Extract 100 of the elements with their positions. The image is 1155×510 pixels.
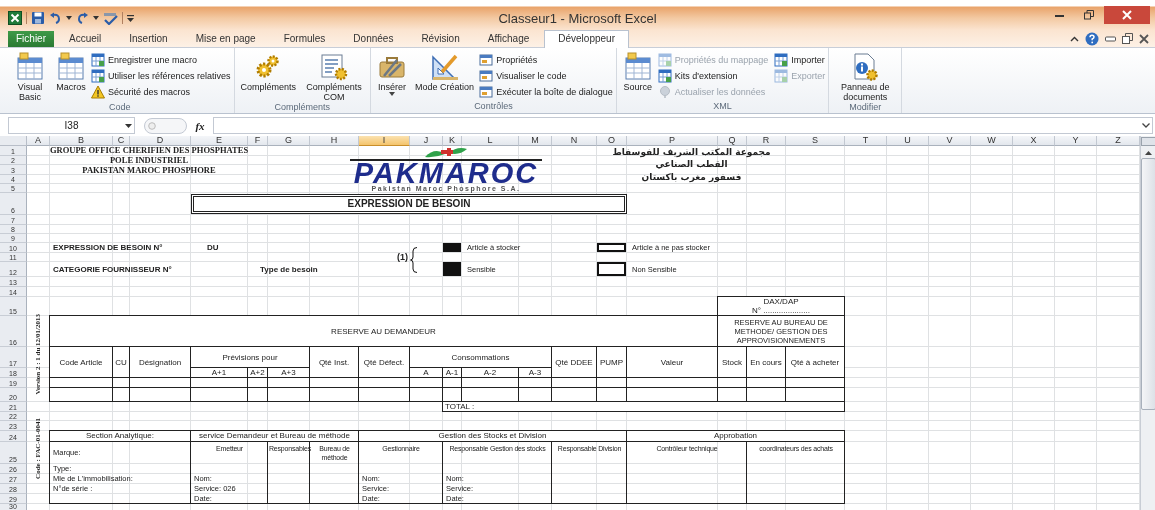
undo-icon[interactable] — [49, 11, 62, 25]
section-title: Approbation — [626, 430, 845, 442]
column-header[interactable]: J — [410, 136, 443, 146]
minimize-icon[interactable] — [1105, 35, 1116, 42]
file-tab[interactable]: Fichier — [8, 31, 54, 47]
ribbon-button[interactable]: Visual Basic — [9, 50, 51, 102]
close-icon[interactable] — [1139, 33, 1149, 44]
checklist-gear-icon — [319, 52, 350, 82]
caret-icon[interactable] — [93, 16, 99, 20]
table-icon — [657, 69, 672, 83]
form-label: DU — [206, 243, 220, 253]
checkbox[interactable] — [443, 243, 461, 252]
ribbon-tab[interactable]: Données — [340, 31, 407, 47]
column-header[interactable]: B — [50, 136, 113, 146]
column-header[interactable]: M — [519, 136, 552, 146]
ribbon-tab[interactable]: Mise en page — [182, 31, 269, 47]
column-header[interactable]: H — [310, 136, 359, 146]
name-box[interactable]: I38 — [8, 117, 135, 134]
table-icon — [91, 53, 105, 67]
ribbon-tab[interactable]: Accueil — [56, 31, 115, 47]
help-icon[interactable] — [1085, 31, 1099, 46]
column-header[interactable]: V — [929, 136, 971, 146]
ribbon-button[interactable]: Compléments COM — [301, 50, 368, 102]
column-header[interactable]: W — [971, 136, 1013, 146]
ribbon-tab[interactable]: Formules — [270, 31, 339, 47]
column-header[interactable]: K — [443, 136, 462, 146]
column-header[interactable]: E — [191, 136, 248, 146]
column-header[interactable]: T — [845, 136, 887, 146]
ribbon-button[interactable]: Visualiser le code — [479, 68, 613, 84]
caret-icon[interactable] — [66, 16, 72, 20]
ribbon-button[interactable]: Exécuter la boîte de dialogue — [479, 84, 613, 100]
checkbox[interactable] — [597, 243, 626, 252]
dax-number: N° ..................... — [752, 306, 810, 315]
form-title: EXPRESSION DE BESOIN — [191, 194, 627, 214]
column-header[interactable]: A — [27, 136, 50, 146]
logo-wordmark: PAKMAROC — [349, 159, 543, 185]
collapse-ribbon-icon[interactable] — [1070, 35, 1079, 42]
ribbon-button[interactable]: Utiliser les références relatives — [91, 68, 231, 84]
caret-icon — [389, 92, 396, 96]
ribbon-button[interactable]: Sécurité des macros — [91, 84, 231, 100]
column-header[interactable]: U — [887, 136, 929, 146]
column-heading: Code Article — [49, 346, 113, 378]
column-header[interactable]: N — [552, 136, 597, 146]
ribbon-button[interactable]: Mode Création — [412, 50, 478, 101]
column-header[interactable]: Y — [1055, 136, 1097, 146]
minimize-icon — [1054, 13, 1064, 17]
column-header[interactable]: O — [597, 136, 627, 146]
circle-icon — [148, 121, 156, 130]
save-icon[interactable] — [31, 11, 45, 25]
column-header[interactable]: L — [462, 136, 519, 146]
column-header[interactable]: D — [130, 136, 191, 146]
column-header[interactable]: Z — [1097, 136, 1140, 146]
formula-input-field[interactable] — [213, 117, 1153, 134]
vertical-scrollbar[interactable] — [1140, 136, 1155, 510]
total-label: TOTAL : — [442, 401, 845, 412]
header-line: القطب الصناعي — [655, 159, 728, 171]
scrollbar-thumb[interactable] — [1140, 158, 1155, 410]
ribbon-tab[interactable]: Développeur — [544, 30, 629, 48]
close-button[interactable] — [1104, 6, 1150, 24]
ribbon-button[interactable]: Source — [619, 50, 656, 101]
caret-icon[interactable] — [125, 123, 132, 128]
ribbon-button[interactable]: Propriétés — [479, 52, 613, 68]
ribbon-tab[interactable]: Révision — [408, 31, 473, 47]
table-icon — [774, 53, 789, 67]
dropdown-icon[interactable] — [127, 14, 134, 22]
column-heading: Qté à acheter — [785, 346, 845, 378]
redo-icon[interactable] — [76, 11, 89, 25]
header-line: PAKISTAN MAROC PHOSPHORE — [82, 165, 216, 175]
checkbox[interactable] — [443, 262, 461, 276]
column-header[interactable]: Q — [718, 136, 747, 146]
ribbon-button[interactable]: Panneau de documents — [832, 50, 899, 102]
insert-function-button[interactable]: fx — [191, 119, 209, 132]
window-icon — [479, 85, 494, 99]
column-header[interactable]: G — [268, 136, 310, 146]
header-line: POLE INDUSTRIEL — [109, 156, 189, 165]
spellcheck-icon[interactable] — [103, 11, 118, 25]
ribbon-button[interactable]: Insérer — [374, 50, 411, 101]
checkbox[interactable] — [597, 262, 626, 276]
ribbon-tab[interactable]: Insertion — [116, 31, 181, 47]
window-icon — [479, 53, 494, 67]
column-header[interactable]: I — [359, 136, 410, 146]
column-header[interactable]: C — [113, 136, 130, 146]
ribbon-button[interactable]: Kits d'extension — [657, 68, 769, 84]
ribbon-tab[interactable]: Affichage — [474, 31, 543, 47]
column-header[interactable]: S — [786, 136, 845, 146]
formula-buttons-handle[interactable] — [144, 117, 187, 134]
excel-icon[interactable] — [8, 11, 22, 25]
ribbon-button[interactable]: Enregistrer une macro — [91, 52, 231, 68]
column-header[interactable]: R — [747, 136, 786, 146]
ribbon-button[interactable]: Compléments — [237, 50, 300, 102]
column-header[interactable]: F — [248, 136, 268, 146]
split-handle[interactable] — [1140, 137, 1155, 146]
ribbon-button[interactable]: Importer — [774, 52, 826, 68]
expand-icon[interactable] — [1142, 123, 1150, 128]
close-icon — [1122, 10, 1132, 20]
column-header[interactable]: X — [1013, 136, 1055, 146]
restore-icon[interactable] — [1122, 33, 1133, 44]
form-label: CATEGORIE FOURNISSEUR N° — [52, 263, 173, 276]
column-header[interactable]: P — [627, 136, 718, 146]
ribbon-button[interactable]: Macros — [53, 50, 89, 102]
